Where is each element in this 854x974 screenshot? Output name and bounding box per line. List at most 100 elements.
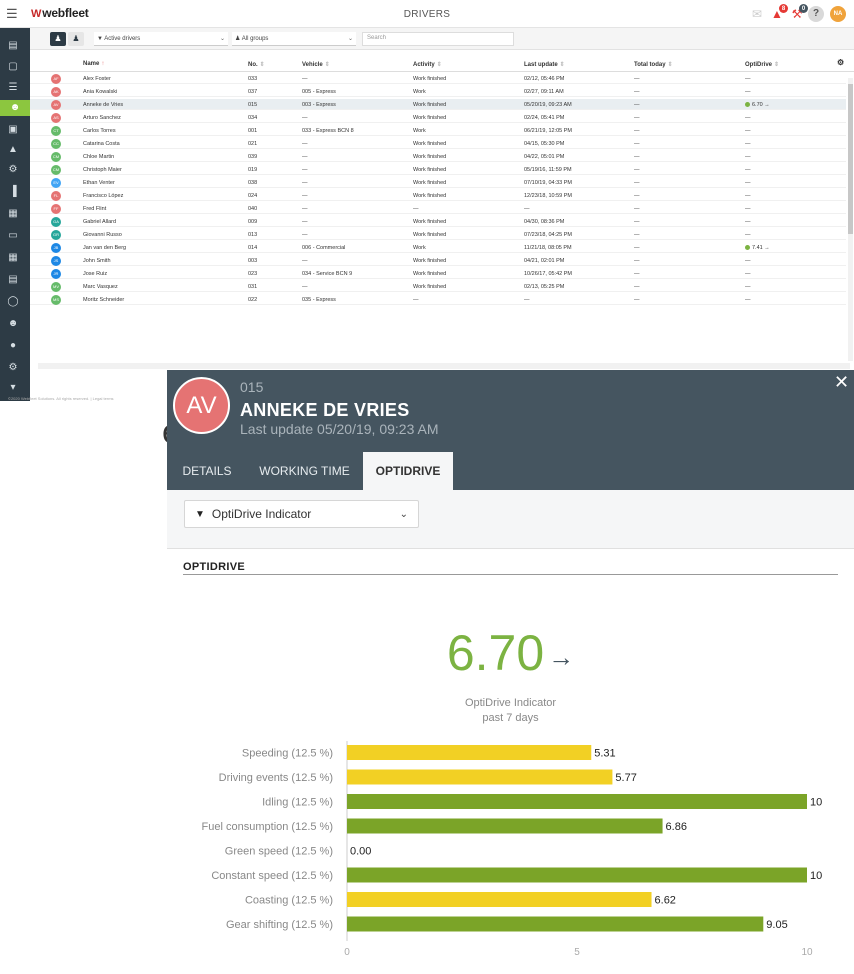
close-icon[interactable]: ✕: [834, 373, 849, 391]
sidebar-layers-icon[interactable]: ☰: [5, 80, 21, 96]
cell-activity: Work finished: [413, 102, 447, 108]
column-header-optidrive[interactable]: OptiDrive ⇕: [745, 61, 779, 68]
table-row[interactable]: AF Alex Foster 033 — Work finished 02/12, 05:…: [30, 73, 846, 84]
alert-icon[interactable]: ▲ 8: [768, 4, 788, 23]
trend-arrow-icon: →: [762, 102, 770, 108]
sidebar-groups-icon[interactable]: ●: [5, 338, 21, 354]
chart-bar: [347, 745, 592, 760]
sidebar-documents-icon[interactable]: ▤: [5, 272, 21, 288]
sidebar-drivers-icon[interactable]: ☻: [0, 100, 30, 116]
cell-name: Catarina Costa: [83, 141, 120, 147]
driver-number: 015: [240, 379, 264, 395]
cell-name: Anneke de Vries: [83, 102, 124, 108]
table-row[interactable]: MS Moritz Schneider 022 035 - Express — — — —: [30, 294, 846, 305]
sidebar-route-icon[interactable]: ▦: [5, 206, 21, 222]
table-row[interactable]: JR Jose Ruiz 023 034 - Service BCN 9 Work fi…: [30, 268, 846, 279]
help-icon[interactable]: ?: [808, 6, 824, 22]
sidebar-contacts-icon[interactable]: ☻: [5, 316, 21, 332]
chart-value-label: 6.86: [666, 821, 687, 833]
table-row[interactable]: FL Francisco López 024 — Work finished 12/23/…: [30, 190, 846, 201]
table-row[interactable]: CT Carlos Torres 001 033 - Express BCN 8 Wor…: [30, 125, 846, 136]
sidebar-vehicles-icon[interactable]: ▢: [5, 59, 21, 75]
sidebar-orders-icon[interactable]: ▣: [5, 122, 21, 138]
search-input[interactable]: Search: [362, 32, 514, 46]
message-icon[interactable]: ✉: [748, 5, 766, 23]
cell-vehicle: 033 - Express BCN 8: [302, 128, 354, 134]
chart-x-tick-label: 5: [574, 947, 580, 958]
driver-row-avatar: GR: [51, 230, 61, 240]
driver-avatar: AV: [173, 377, 230, 434]
column-header-name[interactable]: Name ↑: [83, 61, 104, 67]
wrench-icon[interactable]: ⚒ 0: [788, 4, 808, 23]
table-row[interactable]: FF Fred Flint 040 — — — — —: [30, 203, 846, 214]
cell-opti: —: [745, 154, 751, 160]
chart-value-label: 0.00: [350, 846, 371, 858]
sidebar-more-icon[interactable]: ▾: [5, 380, 21, 396]
opti-value: 6.70: [752, 102, 763, 108]
score-label: OptiDrive Indicator past 7 days: [464, 697, 557, 724]
good-score-icon: [745, 245, 750, 251]
table-row[interactable]: CM Christoph Maier 019 — Work finished 05/19/…: [30, 164, 846, 175]
sidebar-calendar-icon[interactable]: ▦: [5, 250, 21, 266]
user-avatar[interactable]: NA: [830, 6, 846, 22]
driver-row-avatar: AF: [51, 74, 61, 84]
all-drivers-toggle[interactable]: ♟: [68, 32, 84, 46]
driver-filter-select[interactable]: ▼ Active drivers ⌄: [94, 32, 228, 46]
cell-activity: Work finished: [413, 141, 447, 147]
cell-vehicle: —: [302, 76, 308, 82]
table-row[interactable]: JB Jan van den Berg 014 006 - Commercial Wor…: [30, 242, 846, 253]
table-row[interactable]: CM Chloe Martin 039 — Work finished 04/22, 05…: [30, 151, 846, 162]
sidebar-reports-icon[interactable]: ▐: [5, 184, 21, 200]
sidebar-settings-icon[interactable]: ⚙: [5, 360, 21, 376]
active-drivers-toggle[interactable]: ♟: [50, 32, 66, 46]
cell-total: —: [634, 167, 640, 173]
table-row[interactable]: AK Ania Kowalski 037 005 - Express Work 02/27…: [30, 86, 846, 97]
table-row[interactable]: GR Giovanni Russo 013 — Work finished 07/23/1…: [30, 229, 846, 240]
wrench-count-badge: 0: [799, 4, 808, 13]
table-row[interactable]: EV Ethan Venter 038 — Work finished 07/10/19,…: [30, 177, 846, 188]
driver-row-avatar: CT: [51, 126, 61, 136]
cell-activity: Work finished: [413, 284, 447, 290]
chart-bar: [347, 818, 663, 834]
indicator-select[interactable]: ▼ OptiDrive Indicator ⌄: [184, 500, 419, 528]
cell-vehicle: —: [302, 193, 308, 199]
cell-no: 031: [248, 284, 258, 290]
table-header: Name ↑ No. ⇕ Vehicle ⇕ Activity ⇕ Last updat…: [30, 56, 854, 72]
sidebar-dashboard-icon[interactable]: ▤: [5, 38, 21, 54]
table-row[interactable]: AV Anneke de Vries 015 003 - Express Work fi…: [30, 99, 846, 110]
tab-details[interactable]: DETAILS: [171, 452, 243, 490]
table-row[interactable]: MV Marc Vasquez 031 — Work finished 02/13, 05…: [30, 281, 846, 292]
tab-working-time[interactable]: WORKING TIME: [247, 452, 362, 490]
cell-name: Ania Kowalski: [83, 89, 118, 95]
cell-opti: 6.70 →: [745, 102, 770, 108]
cell-total: —: [634, 128, 640, 134]
table-horizontal-scrollbar[interactable]: [38, 363, 850, 369]
chart-bar: [347, 794, 807, 809]
cell-activity: Work finished: [413, 271, 447, 277]
tab-optidrive[interactable]: OPTIDRIVE: [363, 452, 453, 490]
cell-no: 019: [248, 167, 258, 173]
table-vertical-scrollbar[interactable]: [848, 78, 853, 361]
sidebar-fuel-icon[interactable]: ▭: [5, 228, 21, 244]
table-row[interactable]: AS Arturo Sanchez 034 — Work finished 02/24, …: [30, 112, 846, 123]
sidebar-tools-icon[interactable]: ⚙: [5, 162, 21, 178]
cell-activity: Work finished: [413, 193, 447, 199]
column-header-no[interactable]: No. ⇕: [248, 61, 265, 68]
group-filter-select[interactable]: ♟ All groups ⌄: [232, 32, 356, 46]
column-header-activity[interactable]: Activity ⇕: [413, 61, 442, 68]
sidebar-places-icon[interactable]: ◯: [5, 294, 21, 310]
sidebar-alerts-icon[interactable]: ▲: [5, 142, 21, 158]
table-settings-icon[interactable]: ⚙: [837, 58, 844, 67]
cell-total: —: [634, 206, 640, 212]
cell-vehicle: —: [302, 115, 308, 121]
page-title: DRIVERS: [403, 9, 451, 20]
table-row[interactable]: GA Gabriel Allard 009 — Work finished 04/30, …: [30, 216, 846, 227]
column-header-last-update[interactable]: Last update ⇕: [524, 61, 565, 68]
table-row[interactable]: JS John Smith 003 — Work finished 04/21, 02:0…: [30, 255, 846, 266]
table-row[interactable]: CC Catarina Costa 021 — Work finished 04/15, …: [30, 138, 846, 149]
chart-category-label: Gear shifting (12.5 %): [226, 919, 333, 931]
chart-category-label: Coasting (12.5 %): [245, 895, 333, 907]
cell-name: Gabriel Allard: [83, 219, 117, 225]
column-header-total-today[interactable]: Total today ⇕: [634, 61, 673, 68]
column-header-vehicle[interactable]: Vehicle ⇕: [302, 61, 330, 68]
